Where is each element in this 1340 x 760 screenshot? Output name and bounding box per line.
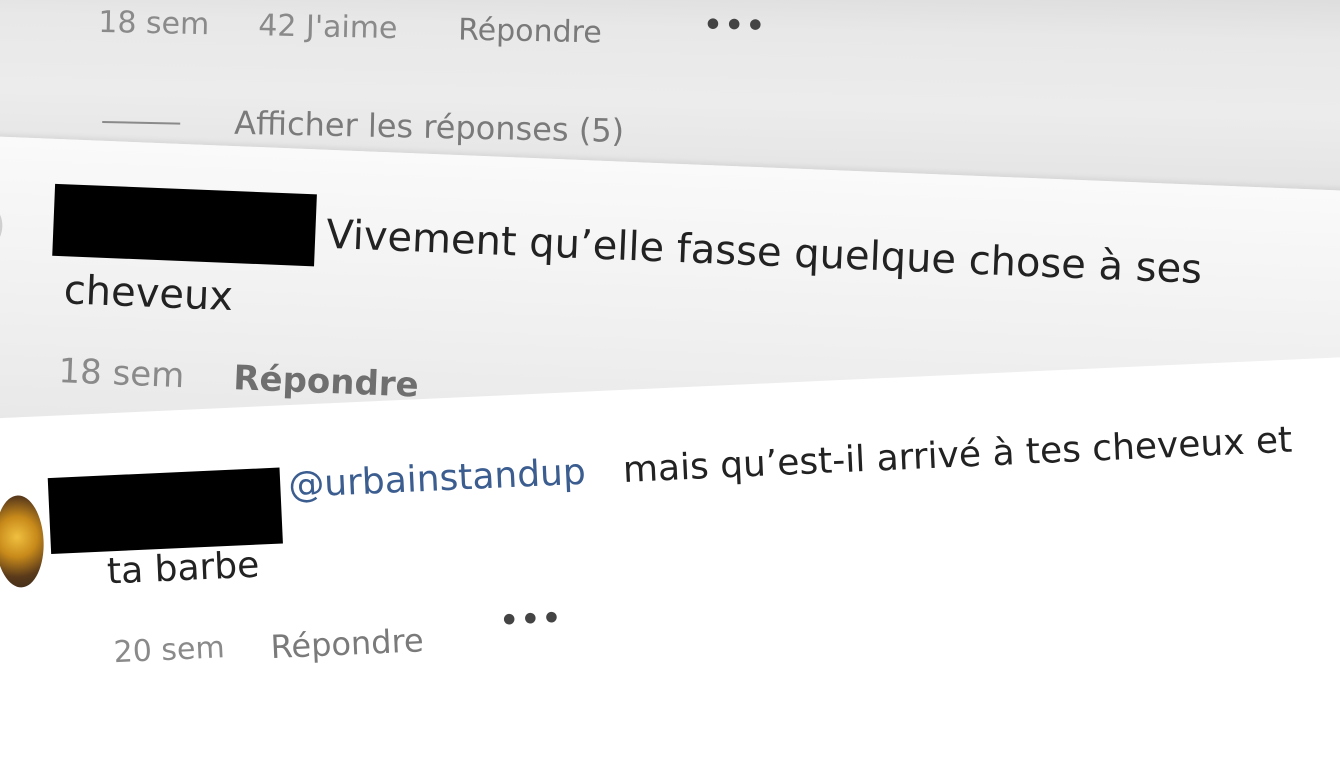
comment-timestamp: 18 sem (97, 4, 210, 43)
comment-text-continued: cheveux (62, 267, 234, 321)
comment-timestamp: 18 sem (57, 351, 186, 397)
replies-divider-line (102, 121, 181, 125)
view-replies-button[interactable]: Afficher les réponses (5) (234, 104, 625, 150)
comment-text-continued: ta barbe (106, 544, 261, 593)
mention-link[interactable]: @urbainstandup (287, 452, 586, 506)
more-options-icon[interactable]: ••• (499, 601, 564, 639)
comment-text: mais qu’est-il arrivé à tes cheveux et (622, 419, 1294, 491)
avatar[interactable] (0, 205, 4, 247)
avatar[interactable] (0, 494, 46, 589)
reply-button[interactable]: Répondre (270, 621, 425, 666)
reply-button[interactable]: Répondre (458, 12, 602, 50)
reply-button[interactable]: Répondre (233, 358, 420, 405)
more-options-icon[interactable]: ••• (703, 8, 767, 44)
redacted-username (52, 183, 317, 267)
comment-timestamp: 20 sem (112, 630, 226, 671)
redacted-username (47, 467, 283, 555)
comment-text: Vivement qu’elle fasse quelque chose à s… (325, 211, 1203, 293)
likes-count-button[interactable]: 42 J'aime (258, 8, 398, 46)
comment-card-3: @urbainstandup mais qu’est-il arrivé à t… (0, 354, 1340, 760)
